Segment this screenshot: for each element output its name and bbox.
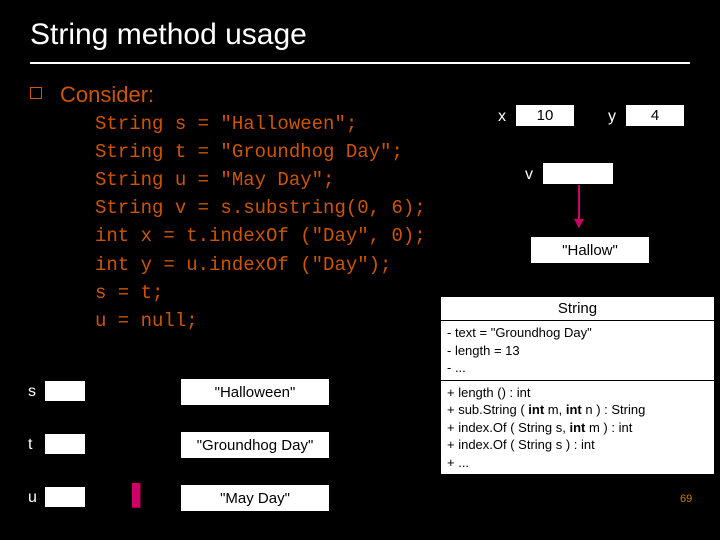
var-t-label: t: [28, 436, 32, 454]
code-line: String v = s.substring(0, 6);: [95, 194, 720, 222]
var-y-label: y: [608, 108, 616, 126]
uml-fields: - text = "Groundhog Day" - length = 13 -…: [441, 320, 714, 380]
consider-label: Consider:: [60, 82, 154, 108]
var-t-box: [44, 433, 86, 455]
code-line: String u = "May Day";: [95, 166, 720, 194]
string-groundhog: "Groundhog Day": [180, 431, 330, 459]
var-s-label: s: [28, 383, 36, 401]
uml-title: String: [441, 297, 714, 320]
string-mayday: "May Day": [180, 484, 330, 512]
arrow-icon: [578, 185, 580, 227]
page-number: 69: [680, 493, 692, 505]
uml-string-box: String - text = "Groundhog Day" - length…: [440, 296, 715, 475]
var-s-box: [44, 380, 86, 402]
var-x-label: x: [498, 108, 506, 126]
slash-icon: |||||: [130, 478, 136, 509]
var-v-box: [542, 162, 614, 185]
var-y-value: 4: [625, 104, 685, 127]
uml-method: + ...: [447, 454, 708, 472]
uml-method: + index.Of ( String s ) : int: [447, 436, 708, 454]
uml-method: + index.Of ( String s, int m ) : int: [447, 419, 708, 437]
uml-method: + sub.String ( int m, int n ) : String: [447, 401, 708, 419]
string-hallow: "Hallow": [530, 236, 650, 264]
uml-method: + length () : int: [447, 384, 708, 402]
string-halloween: "Halloween": [180, 378, 330, 406]
uml-field-text: - text = "Groundhog Day": [447, 325, 592, 340]
page-title: String method usage: [30, 18, 690, 52]
var-x-value: 10: [515, 104, 575, 127]
var-v-label: v: [525, 166, 533, 184]
var-u-label: u: [28, 489, 37, 507]
uml-field-rest: - ...: [447, 359, 708, 377]
bullet-icon: [30, 87, 42, 99]
code-line: String t = "Groundhog Day";: [95, 138, 720, 166]
uml-field-length: - length = 13: [447, 342, 708, 360]
uml-methods: + length () : int + sub.String ( int m, …: [441, 380, 714, 475]
var-u-box: [44, 486, 86, 508]
